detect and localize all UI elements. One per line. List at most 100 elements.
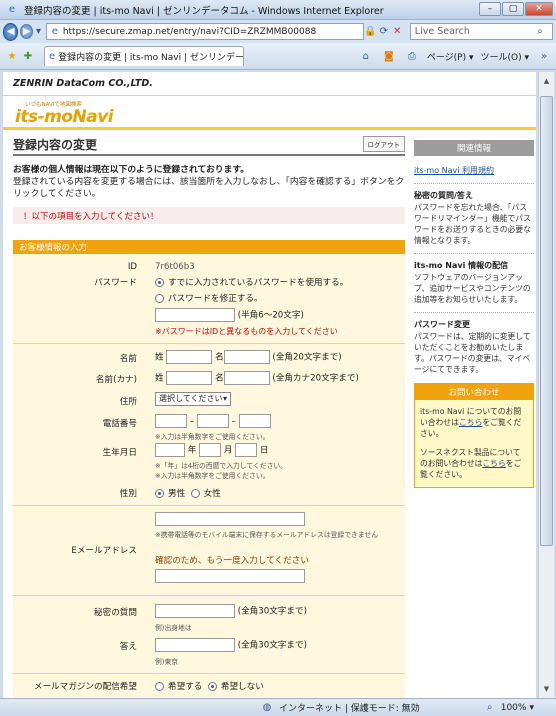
scroll-thumb[interactable] (540, 96, 553, 546)
zoom-control[interactable]: ⌕ 100% ▾ (482, 702, 534, 713)
year-label: 年 (187, 445, 197, 456)
password-row: (半角6〜20文字) (155, 308, 304, 322)
birth-label: 生年月日 (102, 448, 137, 458)
radio-female[interactable] (190, 489, 200, 498)
tools-menu[interactable]: ツール(O) ▾ (481, 50, 530, 63)
magazine-label: メールマガジンの配信希望 (33, 682, 137, 692)
print-icon[interactable]: ⎙ (404, 51, 420, 62)
kana-label: 名前(カナ) (95, 375, 137, 385)
feeds-icon[interactable]: ◙ (381, 51, 397, 62)
address-bar: ◀ ▶ ▾ e https://secure.zmap.net/entry/na… (0, 20, 556, 43)
radio-magazine-yes[interactable] (155, 682, 164, 691)
password-change-text: パスワードを修正する。 (168, 294, 263, 304)
mail-info-text: ソフトウェアのバージョンアップ、追加サービスやコンテンツの追加等をお知らせいたし… (414, 273, 531, 304)
search-input[interactable]: Live Search ⌕ (409, 23, 554, 40)
email-confirm-input[interactable] (155, 569, 305, 583)
more-icon[interactable]: » (536, 51, 552, 62)
divider (414, 183, 534, 184)
answer-example: 例)東京 (155, 658, 179, 666)
name-row: 姓 名 (全角20文字まで) (155, 350, 342, 364)
birth-day-input[interactable] (235, 443, 258, 457)
prefecture-select[interactable]: 選択してください (155, 392, 231, 406)
phone-input-3[interactable] (238, 414, 271, 428)
phone-input-1[interactable] (155, 414, 187, 428)
maximize-button[interactable]: ▢ (502, 2, 524, 16)
contact-header: お問い合わせ (415, 384, 533, 400)
secret-question-input[interactable] (155, 604, 235, 618)
phone-input-2[interactable] (196, 414, 229, 428)
scroll-up-icon[interactable]: ▲ (540, 74, 553, 88)
security-zone[interactable]: ◍ インターネット | 保護モード: 無効 (259, 701, 420, 714)
contact-link-2[interactable]: こちら (482, 459, 505, 468)
answer-input[interactable] (155, 638, 235, 652)
email-confirm-row (155, 569, 305, 583)
mail-info-title: its-mo Navi 情報の配信 (414, 261, 509, 270)
home-icon[interactable]: ⌂ (358, 51, 374, 62)
search-icon[interactable]: ⌕ (532, 26, 548, 37)
radio-change[interactable] (155, 294, 164, 303)
password-change-title: パスワード変更 (414, 320, 470, 329)
history-dropdown-icon[interactable]: ▾ (35, 26, 42, 37)
back-button[interactable]: ◀ (3, 22, 19, 41)
refresh-icon[interactable]: ⟳ (377, 26, 390, 37)
scroll-down-icon[interactable]: ▼ (540, 682, 553, 696)
secret-question-example: 例)出身地は (155, 624, 192, 632)
page-title-bar: 登録内容の変更 ログアウト (13, 134, 405, 156)
last-name-input[interactable] (166, 350, 213, 364)
zoom-dropdown-icon[interactable]: ▾ (529, 703, 534, 713)
answer-row: (全角30文字まで) (155, 638, 307, 652)
password-keep-option[interactable]: すでに入力されているパスワードを使用する。 (155, 276, 348, 288)
first-name-input[interactable] (223, 350, 270, 364)
name-sei-label: 姓 (155, 352, 164, 363)
phone-label: 電話番号 (102, 419, 137, 429)
first-kana-input[interactable] (223, 371, 270, 385)
radio-male[interactable] (155, 489, 164, 498)
lock-icon[interactable]: 🔒 (364, 26, 377, 37)
radio-magazine-no[interactable] (207, 682, 217, 691)
secret-question-label: 秘密の質問 (94, 608, 137, 618)
vertical-scrollbar[interactable]: ▲ ▼ (538, 72, 554, 698)
site-logo[interactable]: its-moNavi (15, 107, 114, 127)
gender-row: 男性 女性 (155, 487, 221, 499)
globe-icon: ◍ (262, 702, 272, 713)
password-input[interactable] (155, 308, 235, 322)
url-text: https://secure.zmap.net/entry/navi?CID=Z… (62, 26, 317, 37)
terms-link[interactable]: its-mo Navi 利用規約 (414, 165, 534, 176)
close-button[interactable]: ✕ (525, 2, 553, 16)
window-title: 登録内容の変更 | its-mo Navi | ゼンリンデータコム - Wind… (24, 5, 384, 17)
favorites-star-icon[interactable]: ★ (4, 51, 20, 62)
browser-tab[interactable]: e 登録内容の変更 | its-mo Navi | ゼンリンデー... (44, 46, 244, 66)
birth-month-input[interactable] (199, 443, 222, 457)
group-magazine: メールマガジンの配信希望 希望する 希望しない (13, 674, 405, 698)
url-field[interactable]: e https://secure.zmap.net/entry/navi?CID… (45, 23, 364, 40)
logout-button[interactable]: ログアウト (362, 136, 405, 152)
radio-keep[interactable] (155, 278, 164, 287)
page-menu[interactable]: ページ(P) ▾ (427, 50, 474, 63)
secret-q-title: 秘密の質問/答え (414, 191, 473, 200)
birth-year-input[interactable] (155, 443, 185, 457)
window-titlebar: e 登録内容の変更 | its-mo Navi | ゼンリンデータコム - Wi… (0, 0, 556, 20)
last-kana-input[interactable] (166, 371, 213, 385)
intro-text: お客様の個人情報は現在以下のように登録されております。 登録されている内容を変更… (13, 164, 405, 200)
stop-icon[interactable]: ✕ (390, 26, 403, 37)
command-bar: ⌂ ◙ ⎙ ページ(P) ▾ ツール(O) ▾ » (358, 50, 552, 63)
birth-note-2: ※入力は半角数字をご使用ください。 (155, 472, 270, 480)
minimize-button[interactable]: – (479, 2, 501, 16)
password-change-text: パスワードは、定期的に変更していただくことをお勧めいたします。パスワードの変更は… (414, 332, 531, 374)
password-keep-text: すでに入力されているパスワードを使用する。 (168, 278, 349, 288)
add-favorites-icon[interactable]: ✚ (20, 51, 36, 62)
customer-form: ID 7r6t06b3 パスワード すでに入力されているパスワードを使用する。 … (13, 254, 405, 698)
month-label: 月 (223, 445, 233, 456)
group-email: Eメールアドレス ※携帯電話等のモバイル端末に保存するメールアドレスは登録できま… (13, 506, 405, 596)
kana-sei-label: 姓 (155, 373, 164, 384)
email-label: Eメールアドレス (71, 546, 137, 556)
magazine-row: 希望する 希望しない (155, 680, 264, 692)
password-change-option[interactable]: パスワードを修正する。 (155, 292, 263, 304)
phone-row: – – (155, 414, 271, 428)
magazine-yes-text: 希望する (168, 682, 203, 692)
birth-row: 年 月 日 (155, 443, 269, 457)
email-confirm-label: 確認のため、もう一度入力してください (155, 556, 309, 566)
forward-button[interactable]: ▶ (20, 24, 34, 39)
email-input[interactable] (155, 512, 305, 526)
contact-link-1[interactable]: こちら (459, 418, 482, 427)
